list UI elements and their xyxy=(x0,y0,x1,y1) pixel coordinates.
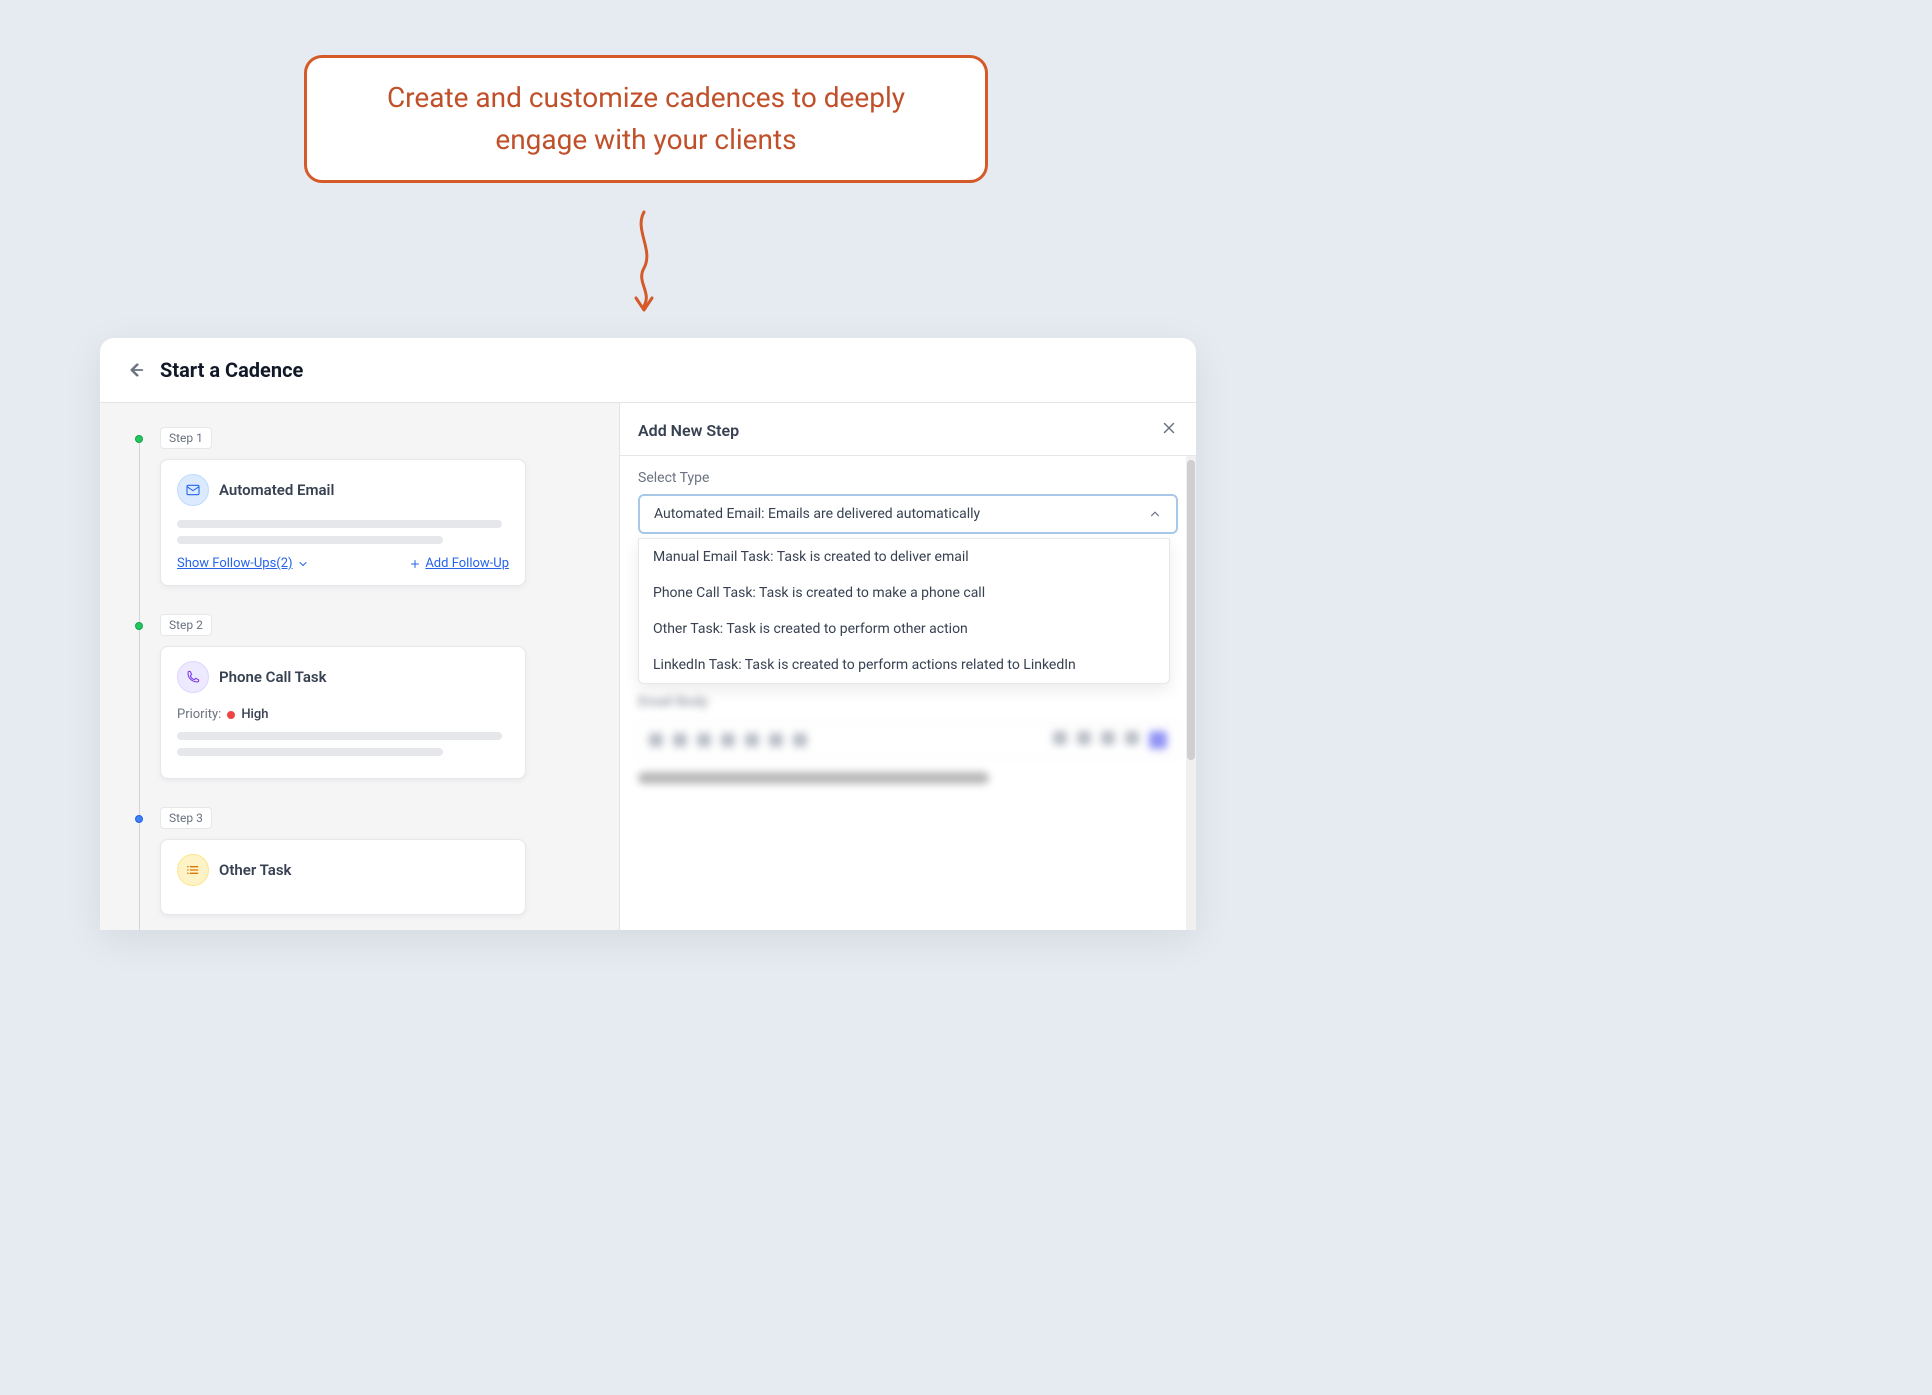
placeholder-line xyxy=(177,520,502,528)
callout-banner: Create and customize cadences to deeply … xyxy=(304,55,988,183)
step-title: Phone Call Task xyxy=(219,668,327,686)
scrollbar-thumb[interactable] xyxy=(1187,460,1195,760)
step-dot-icon xyxy=(135,622,143,630)
add-followup-button[interactable]: Add Follow-Up xyxy=(409,556,509,571)
step-1: Step 1 Automated Email Show Foll xyxy=(130,427,605,586)
dropdown-option[interactable]: LinkedIn Task: Task is created to perfor… xyxy=(639,647,1169,683)
show-followups-link[interactable]: Show Follow-Ups(2) xyxy=(177,556,309,571)
step-dot-icon xyxy=(135,435,143,443)
editor-toolbar xyxy=(638,722,1178,758)
email-body-label: Email Body xyxy=(638,694,1178,710)
email-body-content: Hello {{FullName}}, You are eligible for… xyxy=(638,772,989,784)
show-followups-text: Show Follow-Ups(2) xyxy=(177,556,293,571)
priority-row: Priority: High xyxy=(177,707,509,722)
add-step-panel: Add New Step Select Type Automated Email… xyxy=(620,403,1196,930)
window-header: Start a Cadence xyxy=(100,338,1196,403)
step-dot-icon xyxy=(135,815,143,823)
chevron-down-icon xyxy=(297,558,309,570)
type-select[interactable]: Automated Email: Emails are delivered au… xyxy=(638,494,1178,534)
close-button[interactable] xyxy=(1160,419,1178,441)
step-title: Automated Email xyxy=(219,481,334,499)
step-card[interactable]: Other Task xyxy=(160,839,526,915)
close-icon xyxy=(1160,419,1178,437)
step-3: Step 3 Other Task xyxy=(130,807,605,915)
priority-value: High xyxy=(241,707,268,722)
plus-icon xyxy=(409,558,421,570)
step-label: Step 1 xyxy=(160,427,212,449)
arrow-icon xyxy=(624,210,664,316)
step-label: Step 3 xyxy=(160,807,212,829)
placeholder-line xyxy=(177,748,443,756)
dropdown-option[interactable]: Other Task: Task is created to perform o… xyxy=(639,611,1169,647)
step-card[interactable]: Automated Email Show Follow-Ups(2) Ad xyxy=(160,459,526,586)
scrollbar-track[interactable] xyxy=(1186,456,1196,930)
step-card[interactable]: Phone Call Task Priority: High xyxy=(160,646,526,779)
callout-text: Create and customize cadences to deeply … xyxy=(347,77,945,161)
select-value: Automated Email: Emails are delivered au… xyxy=(654,506,980,522)
placeholder-line xyxy=(177,732,502,740)
priority-label: Priority: xyxy=(177,707,221,722)
email-icon xyxy=(177,474,209,506)
priority-dot-icon xyxy=(227,711,235,719)
page-title: Start a Cadence xyxy=(160,358,303,382)
add-followup-text: Add Follow-Up xyxy=(425,556,509,571)
blurred-editor: Email Body Hello {{FullName}}, You are e… xyxy=(638,694,1178,784)
step-label: Step 2 xyxy=(160,614,212,636)
back-arrow-icon[interactable] xyxy=(124,359,146,381)
step-2: Step 2 Phone Call Task Priority: High xyxy=(130,614,605,779)
step-title: Other Task xyxy=(219,861,291,879)
list-icon xyxy=(177,854,209,886)
panel-title: Add New Step xyxy=(638,421,739,440)
phone-icon xyxy=(177,661,209,693)
dropdown-option[interactable]: Phone Call Task: Task is created to make… xyxy=(639,575,1169,611)
select-type-label: Select Type xyxy=(638,470,1178,486)
dropdown-option[interactable]: Manual Email Task: Task is created to de… xyxy=(639,539,1169,575)
type-dropdown: Manual Email Task: Task is created to de… xyxy=(638,538,1170,684)
chevron-up-icon xyxy=(1148,507,1162,521)
placeholder-line xyxy=(177,536,443,544)
steps-panel: Step 1 Automated Email Show Foll xyxy=(100,403,620,930)
cadence-window: Start a Cadence Step 1 Automated Email xyxy=(100,338,1196,930)
